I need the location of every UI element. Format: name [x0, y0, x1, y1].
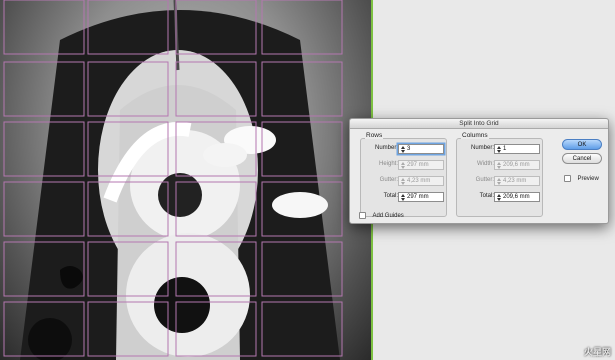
- grid-cell-frame: [87, 121, 169, 177]
- add-guides-option[interactable]: Add Guides: [359, 207, 404, 220]
- stepper-icon: [496, 162, 501, 169]
- grid-cell-frame: [261, 181, 343, 237]
- grid-cell-frame: [3, 241, 85, 297]
- rows-number-value: 3: [407, 146, 411, 152]
- columns-number-value: 1: [503, 146, 507, 152]
- rows-number-field[interactable]: 3: [398, 144, 444, 154]
- grid-cell-frame: [175, 181, 257, 237]
- columns-width-value: 209,6 mm: [503, 162, 530, 168]
- rows-height-field: 297 mm: [398, 160, 444, 170]
- grid-cell-frame: [261, 121, 343, 177]
- grid-cell-frame: [175, 241, 257, 297]
- grid-cell-frame: [261, 61, 343, 117]
- columns-number-field[interactable]: 1: [494, 144, 540, 154]
- ok-button[interactable]: OK: [562, 139, 602, 150]
- grid-guides: [3, 0, 343, 357]
- stepper-icon[interactable]: [496, 194, 501, 201]
- columns-width-label: Width:: [476, 161, 494, 167]
- rows-total-row: Total: 297 mm: [361, 192, 447, 203]
- grid-cell-frame: [261, 241, 343, 297]
- columns-total-label: Total:: [479, 193, 494, 199]
- preview-checkbox[interactable]: [564, 175, 571, 183]
- rows-height-value: 297 mm: [407, 162, 429, 168]
- artwork-image: [0, 0, 372, 360]
- grid-cell-frame: [261, 301, 343, 357]
- rows-gutter-row: Gutter: 4,23 mm: [361, 176, 447, 187]
- watermark-url: hxsd.com: [587, 354, 609, 360]
- columns-gutter-row: Gutter: 4,23 mm: [457, 176, 543, 187]
- grid-cell-frame: [3, 121, 85, 177]
- stepper-icon[interactable]: [496, 146, 501, 153]
- columns-width-field: 209,6 mm: [494, 160, 540, 170]
- grid-cell-frame: [175, 301, 257, 357]
- rows-gutter-field: 4,23 mm: [398, 176, 444, 186]
- preview-option[interactable]: Preview: [564, 170, 599, 183]
- grid-cell-frame: [87, 301, 169, 357]
- rows-total-value: 297 mm: [407, 194, 429, 200]
- preview-label: Preview: [577, 175, 599, 182]
- columns-number-label: Number:: [470, 145, 494, 151]
- grid-cell-frame: [175, 0, 257, 55]
- grid-cell-frame: [87, 61, 169, 117]
- rows-height-row: Height: 297 mm: [361, 160, 447, 171]
- grid-cell-frame: [175, 61, 257, 117]
- grid-cell-frame: [87, 0, 169, 55]
- grid-cell-frame: [3, 181, 85, 237]
- grid-cell-frame: [87, 181, 169, 237]
- rows-total-label: Total:: [383, 193, 398, 199]
- rows-number-label: Number:: [374, 145, 398, 151]
- rows-gutter-value: 4,23 mm: [407, 178, 431, 184]
- columns-number-row: Number: 1: [457, 144, 543, 155]
- grid-cell-frame: [3, 0, 85, 55]
- dialog-title[interactable]: Split Into Grid: [350, 119, 608, 129]
- grid-cell-frame: [175, 121, 257, 177]
- columns-group: Columns Number: 1 Width: 209,6 mm Gutter…: [456, 132, 543, 217]
- columns-total-value: 209,6 mm: [503, 194, 530, 200]
- stepper-icon[interactable]: [400, 146, 405, 153]
- cancel-button[interactable]: Cancel: [562, 153, 602, 164]
- add-guides-checkbox[interactable]: [359, 212, 366, 220]
- rows-group: Rows Number: 3 Height: 297 mm Gutter: 4,…: [360, 132, 447, 217]
- columns-gutter-label: Gutter:: [475, 177, 494, 183]
- columns-total-row: Total: 209,6 mm: [457, 192, 543, 203]
- grid-cell-frame: [3, 61, 85, 117]
- grid-cell-frame: [3, 301, 85, 357]
- columns-width-row: Width: 209,6 mm: [457, 160, 543, 171]
- rows-height-label: Height:: [378, 161, 398, 167]
- screen: Split Into Grid Rows Number: 3 Height: 2…: [0, 0, 615, 360]
- stepper-icon[interactable]: [400, 194, 405, 201]
- rows-number-row: Number: 3: [361, 144, 447, 155]
- columns-gutter-field: 4,23 mm: [494, 176, 540, 186]
- grid-cell-frame: [261, 0, 343, 55]
- stepper-icon: [400, 162, 405, 169]
- add-guides-label: Add Guides: [372, 212, 404, 219]
- grid-cell-frame: [87, 241, 169, 297]
- columns-gutter-value: 4,23 mm: [503, 178, 527, 184]
- split-into-grid-dialog: Split Into Grid Rows Number: 3 Height: 2…: [349, 118, 609, 224]
- rows-total-field[interactable]: 297 mm: [398, 192, 444, 202]
- rows-gutter-label: Gutter:: [379, 177, 398, 183]
- columns-total-field[interactable]: 209,6 mm: [494, 192, 540, 202]
- stepper-icon: [400, 178, 405, 185]
- columns-group-label: Columns: [461, 132, 489, 139]
- rows-group-label: Rows: [365, 132, 384, 139]
- stepper-icon: [496, 178, 501, 185]
